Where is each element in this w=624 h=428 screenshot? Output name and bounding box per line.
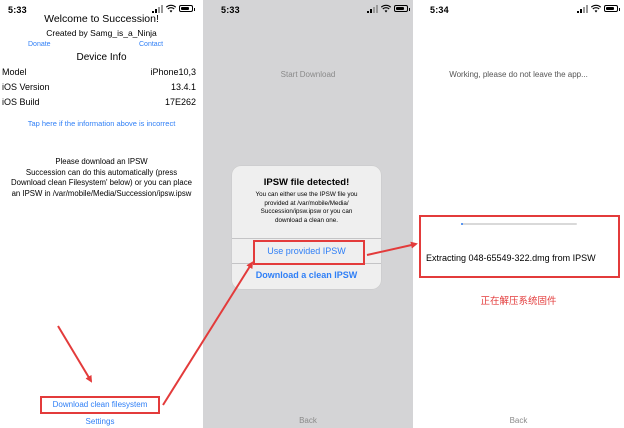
arrow-to-extracting (366, 241, 418, 256)
arrow-to-download-button (57, 325, 93, 383)
arrow-to-use-provided (162, 261, 254, 406)
annotation-arrows (57, 241, 418, 406)
